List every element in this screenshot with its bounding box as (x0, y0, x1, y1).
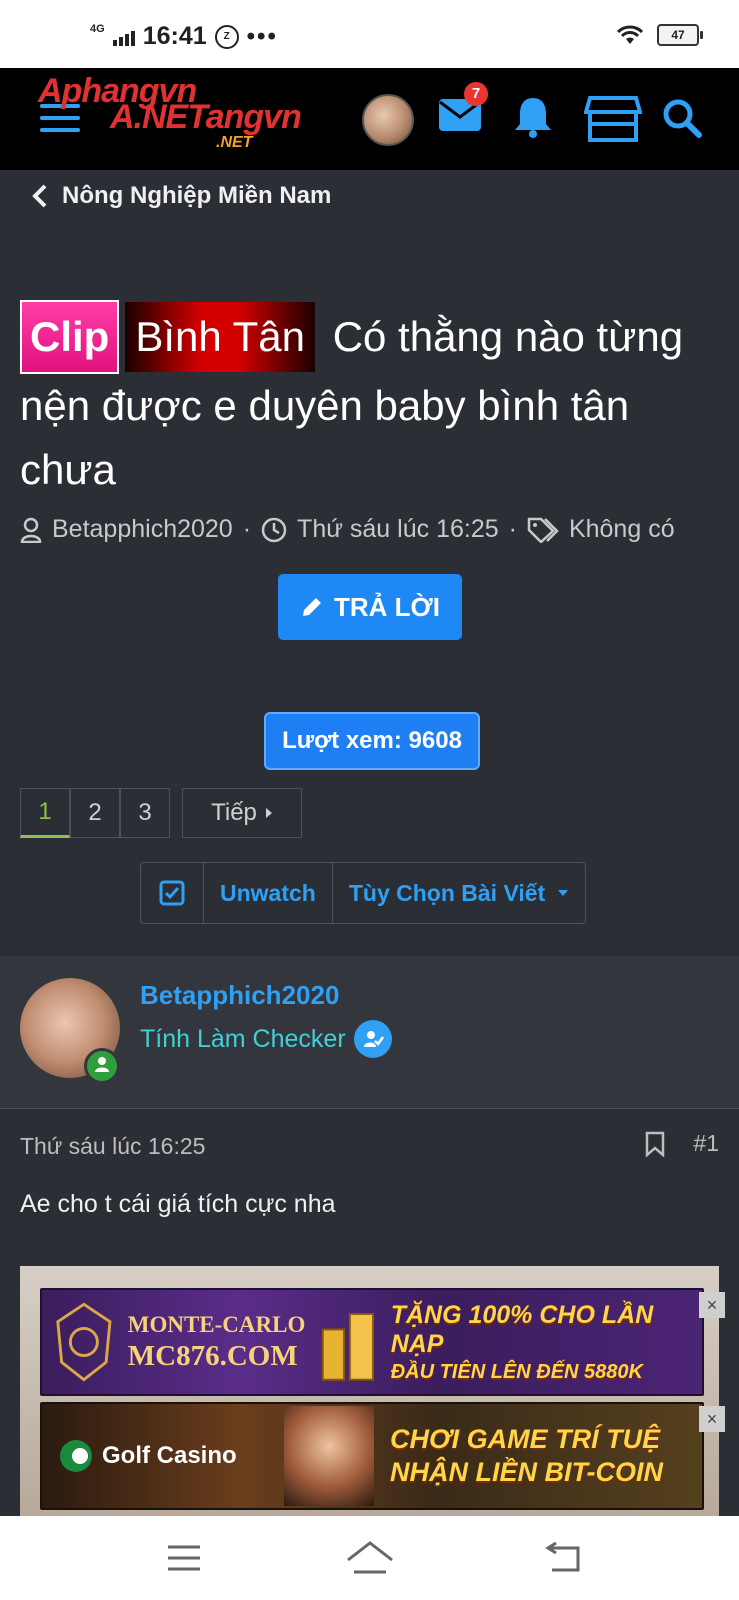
wifi-icon (616, 25, 644, 44)
thread-meta: Betapphich2020 · Thứ sáu lúc 16:25 · Khô… (20, 515, 675, 544)
user-icon (20, 517, 42, 543)
gold-coins-icon (321, 1313, 375, 1381)
status-bar: 4G 16:41 Z ••• 47 (0, 0, 739, 68)
user-avatar-button[interactable] (362, 94, 414, 146)
page-2[interactable]: 2 (70, 788, 120, 838)
ad2-promo-top: CHƠI GAME TRÍ TUỆ (390, 1424, 661, 1454)
status-right: 47 (615, 24, 703, 46)
author-title: Tính Làm Checker (140, 1020, 392, 1058)
post-author-block: Betapphich2020 Tính Làm Checker (0, 956, 739, 1109)
bell-icon[interactable] (512, 94, 554, 138)
search-icon[interactable] (662, 98, 702, 138)
label-clip[interactable]: Clip (20, 300, 120, 374)
author-title-text: Tính Làm Checker (140, 1024, 346, 1053)
ad1-close-button[interactable]: × (699, 1292, 725, 1318)
ad2-close-button[interactable]: × (699, 1406, 725, 1432)
online-status-icon (84, 1048, 120, 1084)
more-notifications: ••• (246, 22, 278, 50)
clock-icon (261, 517, 287, 542)
next-page-label: Tiếp (211, 799, 257, 826)
thread-options-dropdown[interactable]: Tùy Chọn Bài Viết (333, 863, 585, 923)
ad-banner-montecarlo[interactable]: MONTE-CARLO MC876.COM TẶNG 100% CHO LẦN … (40, 1288, 704, 1396)
breadcrumb[interactable]: Nông Nghiệp Miền Nam (32, 178, 331, 214)
ad1-brand-top: MONTE-CARLO (127, 1311, 306, 1337)
ad1-brand-bottom: MC876.COM (127, 1339, 298, 1372)
casino-crest-icon (56, 1302, 112, 1382)
ad2-brand: Golf Casino (102, 1442, 237, 1469)
post-body: Ae cho t cái giá tích cực nha (20, 1190, 336, 1218)
post-tools: #1 (645, 1130, 719, 1157)
ad2-promo-bottom: NHẬN LIỀN BIT-COIN (390, 1457, 663, 1487)
breadcrumb-label: Nông Nghiệp Miền Nam (62, 182, 332, 209)
thread-title: Clip Bình Tân Có thằng nào từng nện được … (20, 300, 710, 502)
logo-line2: A.NETangvn (110, 98, 302, 136)
zalo-icon: Z (214, 24, 239, 49)
ad1-promo: TẶNG 100% CHO LẦN NẠP ĐẦU TIÊN LÊN ĐẾN 5… (391, 1301, 702, 1384)
system-nav-bar (0, 1516, 739, 1600)
thread-author[interactable]: Betapphich2020 (52, 515, 233, 544)
caret-down-icon (558, 890, 569, 896)
pagination: 1 2 3 Tiếp (20, 788, 302, 838)
top-nav: Aphangvn A.NETangvn .NET 7 (0, 68, 739, 170)
golf-casino-logo-icon (60, 1440, 92, 1472)
signal-icon (112, 28, 135, 46)
battery-icon: 47 (657, 24, 703, 46)
chevron-left-icon (32, 184, 47, 208)
next-page-button[interactable]: Tiếp (182, 788, 302, 838)
meta-separator: · (508, 515, 517, 543)
view-count-badge: Lượt xem: 9608 (264, 712, 480, 770)
thread-actions: Unwatch Tùy Chọn Bài Viết (140, 862, 587, 924)
clock: 16:41 (142, 22, 207, 50)
select-checkbox[interactable] (141, 863, 204, 923)
reply-button[interactable]: TRẢ LỜI (278, 574, 462, 640)
mail-badge: 7 (464, 82, 488, 106)
home-icon[interactable] (346, 1540, 394, 1576)
ad2-promo: CHƠI GAME TRÍ TUỆ NHẬN LIỀN BIT-COIN (390, 1424, 663, 1488)
site-logo[interactable]: Aphangvn A.NETangvn .NET (38, 72, 328, 162)
label-area[interactable]: Bình Tân (125, 302, 316, 372)
status-left: 4G 16:41 Z ••• (90, 22, 278, 51)
ad1-brand: MONTE-CARLO MC876.COM (128, 1312, 317, 1373)
ad2-model-image (284, 1406, 374, 1506)
tag-icon (527, 517, 559, 543)
checkbox-icon (159, 880, 185, 906)
back-icon[interactable] (544, 1542, 584, 1574)
reply-label: TRẢ LỜI (334, 591, 440, 622)
thread-title-text: Có thằng nào từng nện được e duyên baby … (20, 313, 684, 493)
page-3[interactable]: 3 (120, 788, 170, 838)
logo-line3: .NET (216, 134, 253, 151)
author-username[interactable]: Betapphich2020 (140, 980, 339, 1011)
bookmark-icon[interactable] (645, 1131, 665, 1157)
ad2-brand-block: Golf Casino (58, 1438, 284, 1474)
network-type: 4G (90, 22, 105, 35)
caret-right-icon (265, 808, 272, 818)
recent-apps-icon[interactable] (166, 1544, 202, 1572)
pencil-icon (303, 598, 322, 616)
ad1-promo-bottom: ĐẦU TIÊN LÊN ĐẾN 5880K (390, 1360, 643, 1383)
ad-banner-golfcasino[interactable]: Golf Casino CHƠI GAME TRÍ TUỆ NHẬN LIỀN … (40, 1402, 704, 1510)
thread-tags: Không có (568, 515, 675, 543)
verified-user-icon (353, 1020, 392, 1058)
ad1-promo-top: TẶNG 100% CHO LẦN NẠP (390, 1300, 654, 1358)
post-number[interactable]: #1 (693, 1130, 719, 1157)
store-icon[interactable] (584, 94, 642, 144)
page-1[interactable]: 1 (20, 788, 70, 838)
thread-time[interactable]: Thứ sáu lúc 16:25 (297, 515, 499, 544)
meta-separator: · (242, 515, 252, 543)
unwatch-button[interactable]: Unwatch (204, 863, 333, 923)
post-date[interactable]: Thứ sáu lúc 16:25 (20, 1133, 205, 1160)
thread-options-label: Tùy Chọn Bài Viết (348, 879, 546, 906)
